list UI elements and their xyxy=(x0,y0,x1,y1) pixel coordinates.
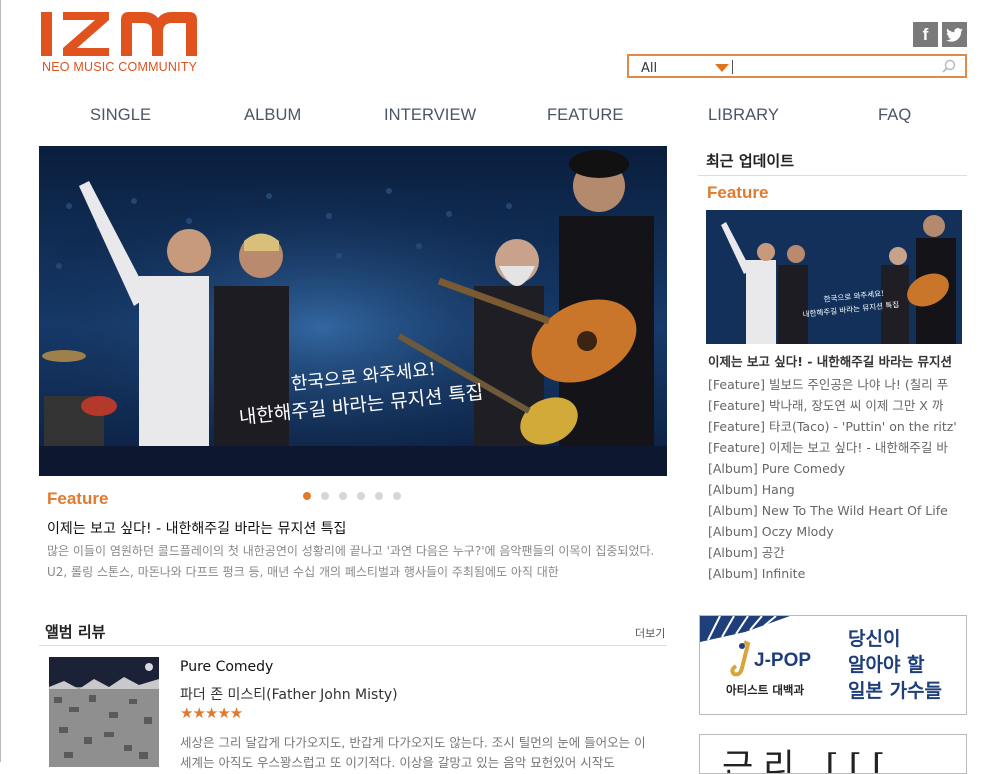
album-cover[interactable] xyxy=(49,657,159,767)
list-item[interactable]: [Feature] 타코(Taco) - 'Puttin' on the rit… xyxy=(708,416,962,437)
nav-feature[interactable]: FEATURE xyxy=(547,106,623,125)
list-item[interactable]: [Album] Pure Comedy xyxy=(708,458,962,479)
list-item[interactable]: [Album] Oczy Mlody xyxy=(708,521,962,542)
hero-description: 많은 이들이 염원하던 콜드플레이의 첫 내한공연이 성황리에 끝나고 '과연 … xyxy=(47,544,655,579)
slide-dot-4[interactable] xyxy=(357,492,365,500)
recent-thumbnail[interactable]: 한국으로 와주세요! 내한해주길 바라는 뮤지션 특집 xyxy=(706,210,962,344)
review-artist[interactable]: 파더 존 미스티(Father John Misty) xyxy=(180,684,398,704)
list-item[interactable]: [Feature] 빌보드 주인공은 나야 나! (칠리 푸 xyxy=(708,374,962,395)
review-excerpt: 세상은 그리 달갑게 다가오지도, 반갑게 다가오지도 않는다. 조시 틸먼의 … xyxy=(180,735,646,770)
review-album-title[interactable]: Pure Comedy xyxy=(180,659,273,675)
jpop-banner[interactable]: J-POP 아티스트 대백과 당신이 알아야 할 일본 가수들 xyxy=(699,615,967,715)
search-input[interactable] xyxy=(737,58,941,76)
nav-faq[interactable]: FAQ xyxy=(878,106,911,125)
list-item[interactable]: [Album] Infinite xyxy=(708,563,962,584)
logo-mark xyxy=(41,12,197,56)
twitter-icon[interactable] xyxy=(942,22,967,47)
nav-single[interactable]: SINGLE xyxy=(90,106,151,125)
slide-dot-5[interactable] xyxy=(375,492,383,500)
jpop-text: J-POP xyxy=(754,650,812,671)
nav-album[interactable]: ALBUM xyxy=(244,106,301,125)
chevron-down-icon[interactable] xyxy=(715,64,729,72)
list-item[interactable]: [Album] Hang xyxy=(708,479,962,500)
recent-thumbnail-photo: 한국으로 와주세요! 내한해주길 바라는 뮤지션 특집 xyxy=(706,210,962,344)
rating-stars: ★★★★★ xyxy=(180,704,243,722)
hero-image[interactable] xyxy=(39,146,667,476)
logo-tagline: NEO MUSIC COMMUNITY xyxy=(42,60,198,74)
banner-line3: 일본 가수들 xyxy=(848,680,943,702)
search-category-select[interactable]: All xyxy=(641,61,657,76)
recent-list: [Feature] 빌보드 주인공은 나야 나! (칠리 푸 [Feature]… xyxy=(708,374,962,584)
concert-photo xyxy=(39,146,667,476)
hero-title[interactable]: 이제는 보고 싶다! - 내한해주길 바라는 뮤지션 특집 xyxy=(47,518,346,538)
banner2-text: 근리 ⌈⌈⌈ xyxy=(722,747,896,774)
recent-headline[interactable]: 이제는 보고 싶다! - 내한해주길 바라는 뮤지션 xyxy=(708,351,964,370)
search-cursor xyxy=(732,60,733,74)
twitter-bird-glyph xyxy=(946,28,963,42)
recent-category: Feature xyxy=(707,183,769,202)
list-item[interactable]: [Album] New To The Wild Heart Of Life xyxy=(708,500,962,521)
banner-stripe xyxy=(700,616,790,642)
nav-interview[interactable]: INTERVIEW xyxy=(384,106,476,125)
list-item[interactable]: [Album] 공간 xyxy=(708,542,962,563)
album-cover-art xyxy=(49,657,159,767)
second-banner[interactable]: 근리 ⌈⌈⌈ xyxy=(699,734,967,774)
list-item[interactable]: [Feature] 박나래, 장도연 씨 이제 그만 X 까 xyxy=(708,395,962,416)
divider xyxy=(39,645,667,646)
slide-dot-2[interactable] xyxy=(321,492,329,500)
jpop-subtitle: 아티스트 대백과 xyxy=(726,683,805,697)
facebook-icon[interactable]: f xyxy=(913,22,938,47)
nav-library[interactable]: LIBRARY xyxy=(708,106,779,125)
search-bar: All xyxy=(627,54,967,78)
list-item[interactable]: [Feature] 이제는 보고 싶다! - 내한해주길 바 xyxy=(708,437,962,458)
hero-category: Feature xyxy=(47,489,109,508)
saxophone-icon xyxy=(730,640,751,677)
slide-dot-6[interactable] xyxy=(393,492,401,500)
divider xyxy=(698,175,967,176)
slide-dot-3[interactable] xyxy=(339,492,347,500)
recent-updates-title: 최근 업데이트 xyxy=(706,152,795,170)
search-icon[interactable] xyxy=(942,59,956,73)
slide-dot-1[interactable] xyxy=(303,492,311,500)
banner-line1: 당신이 xyxy=(848,628,901,650)
album-review-title: 앨범 리뷰 xyxy=(45,623,106,641)
banner-line2: 알아야 할 xyxy=(848,654,925,676)
more-link[interactable]: 더보기 xyxy=(635,625,665,641)
